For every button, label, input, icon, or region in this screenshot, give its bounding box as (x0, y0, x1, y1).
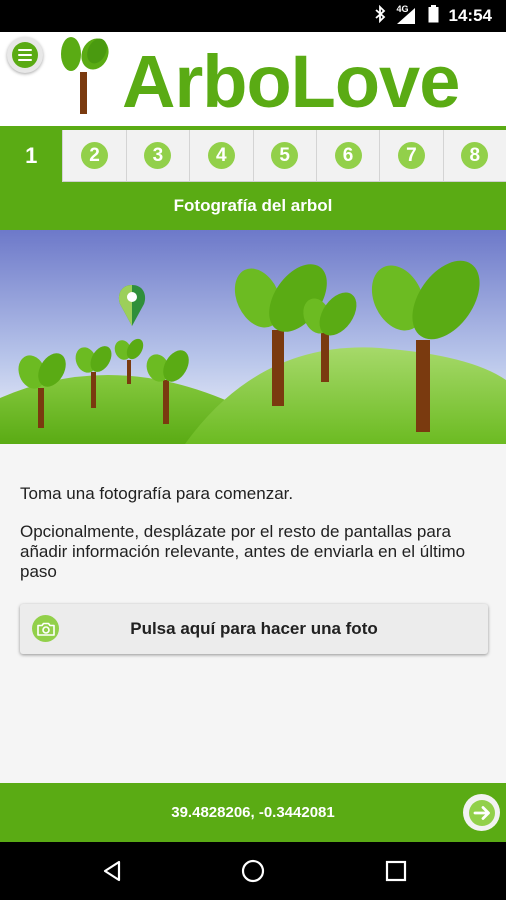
optional-text: Opcionalmente, desplázate por el resto d… (20, 522, 466, 581)
arrow-right-icon[interactable] (463, 794, 500, 831)
step-number: 7 (397, 142, 425, 169)
take-photo-label: Pulsa aquí para hacer una foto (130, 619, 378, 638)
app-title: ArboLove (122, 40, 460, 123)
coordinates-text: 39.4828206, -0.3442081 (171, 804, 335, 821)
back-icon[interactable] (97, 856, 127, 886)
step-number: 2 (81, 142, 109, 169)
step-tab-1[interactable]: 1 (0, 130, 64, 182)
step-number: 4 (207, 142, 235, 169)
footer-bar: 39.4828206, -0.3442081 (0, 783, 506, 842)
sapling-logo-icon (61, 37, 109, 114)
tree-illustration (0, 230, 506, 444)
battery-icon (428, 4, 439, 28)
step-number: 6 (334, 142, 362, 169)
step-tab-4[interactable]: 4 (190, 130, 254, 182)
step-tab-2[interactable]: 2 (63, 130, 127, 182)
section-title: Fotografía del arbol (0, 182, 506, 230)
status-icons: 4G 14:54 (374, 0, 492, 32)
camera-icon (32, 615, 59, 642)
hamburger-menu-icon[interactable] (7, 37, 43, 73)
signal-icon: 4G (396, 4, 418, 25)
home-icon[interactable] (238, 856, 268, 886)
status-time: 14:54 (448, 6, 492, 25)
system-nav-bar (0, 842, 506, 900)
step-tab-6[interactable]: 6 (316, 130, 381, 182)
take-photo-button[interactable]: Pulsa aquí para hacer una foto (20, 604, 488, 654)
main-content: Toma una fotografía para comenzar. Opcio… (0, 444, 506, 783)
step-tabs: 1 2 3 4 5 6 7 8 (0, 130, 506, 182)
status-bar: 4G 14:54 (0, 0, 506, 32)
step-tab-8[interactable]: 8 (443, 130, 506, 182)
app-header: ArboLove (0, 32, 506, 130)
step-number: 1 (25, 143, 38, 168)
instructions-text: Toma una fotografía para comenzar. (20, 484, 294, 503)
step-number: 8 (461, 142, 489, 169)
step-number: 3 (144, 142, 172, 169)
step-tab-7[interactable]: 7 (380, 130, 444, 182)
recents-icon[interactable] (381, 856, 411, 886)
step-number: 5 (271, 142, 299, 169)
step-tab-5[interactable]: 5 (253, 130, 317, 182)
step-tab-3[interactable]: 3 (126, 130, 191, 182)
bluetooth-icon (374, 4, 386, 28)
network-type: 4G (396, 4, 409, 14)
